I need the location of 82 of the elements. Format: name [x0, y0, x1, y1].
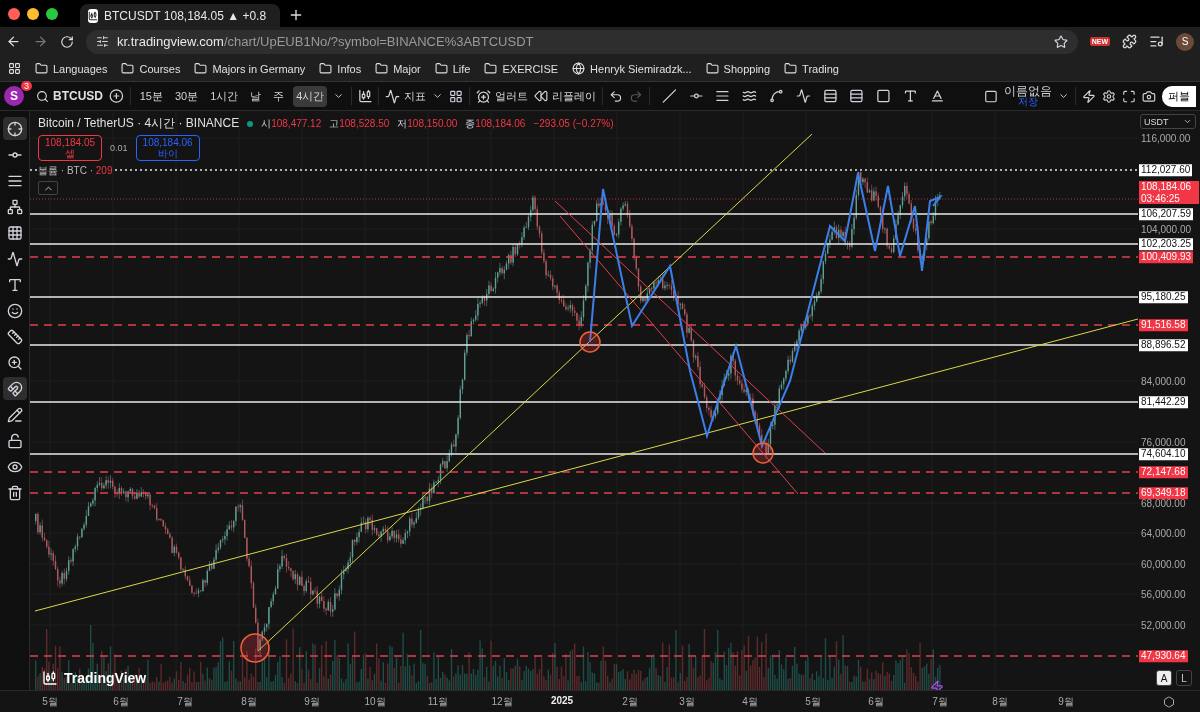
scale-button[interactable]: A: [1156, 670, 1172, 686]
price-label: 69,349.18: [1139, 487, 1188, 499]
buy-button[interactable]: 108,184.06 바이: [135, 135, 200, 161]
sell-button[interactable]: 108,184.05 셀: [38, 135, 103, 161]
layout-name-button[interactable]: 이름없음 저장: [1004, 85, 1053, 107]
time-label: 6월: [113, 695, 129, 709]
profile-avatar[interactable]: S: [1176, 32, 1194, 51]
interval-button[interactable]: 4시간: [293, 85, 328, 107]
bookmark-item[interactable]: Languages: [35, 62, 108, 75]
time-label: 7월: [177, 695, 193, 709]
interval-button[interactable]: 15분: [136, 85, 166, 107]
time-label: 11월: [427, 695, 449, 709]
price-label: 47,930.64: [1139, 650, 1188, 662]
price-tick: 56,000.00: [1141, 588, 1186, 600]
bookmark-item[interactable]: Courses: [121, 62, 181, 75]
scale-button[interactable]: L: [1176, 670, 1192, 686]
time-label: 8월: [241, 695, 257, 709]
time-label: 5월: [805, 695, 821, 709]
price-tick: 52,000.00: [1141, 619, 1186, 631]
publish-button[interactable]: 퍼블: [1162, 85, 1196, 107]
address-bar[interactable]: kr.tradingview.com/chart/UpEUB1No/?symbol=BINANCE%3ABTCUSDT: [86, 29, 1078, 54]
symbol-search[interactable]: BTCUSD: [36, 89, 103, 103]
bookmark-item[interactable]: Shopping: [705, 62, 771, 75]
time-label: 12월: [491, 695, 513, 709]
bookmark-item[interactable]: Majors in Germany: [194, 62, 306, 75]
time-label: 9월: [1058, 695, 1074, 709]
alert-button[interactable]: 얼러트: [476, 88, 529, 104]
bookmark-item[interactable]: Trading: [784, 62, 839, 75]
price-label: 102,203.25: [1139, 238, 1194, 250]
time-label: 10월: [364, 695, 386, 709]
bookmark-item[interactable]: Infos: [319, 62, 362, 75]
time-label: 2025: [550, 695, 574, 706]
time-label: 4월: [742, 695, 758, 709]
symbol-title: Bitcoin / TetherUS · 4시간 · BINANCE: [38, 115, 240, 132]
spread-value: 0.01: [110, 143, 128, 153]
price-tick: 76,000.00: [1141, 436, 1186, 448]
interval-button[interactable]: 1시간: [207, 85, 242, 107]
price-label: 100,409.93: [1139, 251, 1194, 263]
price-label: 88,896.52: [1139, 339, 1188, 351]
interval-button[interactable]: 날: [247, 85, 265, 107]
time-label: 5월: [42, 695, 58, 709]
bookmark-item[interactable]: Henryk Siemiradzk...: [572, 62, 692, 75]
price-label: 106,207.59: [1139, 208, 1194, 220]
price-label: 112,027.60: [1139, 164, 1193, 176]
user-avatar[interactable]: S: [4, 86, 24, 106]
currency-dropdown[interactable]: USDT: [1140, 114, 1196, 129]
price-change: −293.05 (−0.27%): [533, 118, 614, 129]
browser-tab[interactable]: BTCUSDT 108,184.05 ▲ +0.8: [80, 4, 280, 27]
notification-count: 3: [21, 81, 32, 91]
tab-title: BTCUSDT 108,184.05 ▲ +0.8: [104, 8, 267, 23]
bookmark-item[interactable]: Major: [375, 62, 421, 75]
interval-button[interactable]: 주: [270, 85, 288, 107]
price-label: 91,516.58: [1139, 319, 1188, 331]
time-label: 6월: [868, 695, 884, 709]
price-label: 81,442.29: [1139, 396, 1188, 408]
time-label: 8월: [992, 695, 1008, 709]
time-label: 9월: [304, 695, 320, 709]
price-label: 74,604.10: [1139, 448, 1188, 460]
last-price-label: 108,184.06 03:46:25: [1139, 181, 1199, 204]
price-tick: 60,000.00: [1141, 558, 1186, 570]
price-tick: 84,000.00: [1141, 375, 1186, 387]
price-label: 72,147.68: [1139, 466, 1188, 478]
ohlc-value: 종108,184.06: [465, 116, 526, 131]
price-tick: 104,000.00: [1141, 223, 1192, 235]
price-label: 95,180.25: [1139, 291, 1188, 303]
time-label: 7월: [932, 695, 948, 709]
ohlc-value: 고108,528.50: [329, 116, 390, 131]
interval-button[interactable]: 30분: [171, 85, 202, 107]
price-tick: 68,000.00: [1141, 497, 1186, 509]
price-tick: 64,000.00: [1141, 527, 1186, 539]
replay-button[interactable]: 리플레이: [534, 88, 597, 104]
price-tick: 116,000.00: [1141, 132, 1191, 144]
ohlc-value: 저108,150.00: [397, 116, 458, 131]
tradingview-logo: TradingView: [42, 670, 147, 686]
bookmark-item[interactable]: EXERCISE: [484, 62, 559, 75]
time-label: 3월: [679, 695, 695, 709]
volume-legend: 볼륨 · BTC · 209: [38, 164, 113, 178]
url-text: kr.tradingview.com/chart/UpEUB1No/?symbol=BINANCE%3ABTCUSDT: [117, 34, 534, 49]
indicators-button[interactable]: 지표: [385, 88, 427, 104]
time-label: 2월: [622, 695, 638, 709]
ohlc-value: 시108,477.12: [261, 116, 322, 131]
bookmark-item[interactable]: Life: [434, 62, 471, 75]
